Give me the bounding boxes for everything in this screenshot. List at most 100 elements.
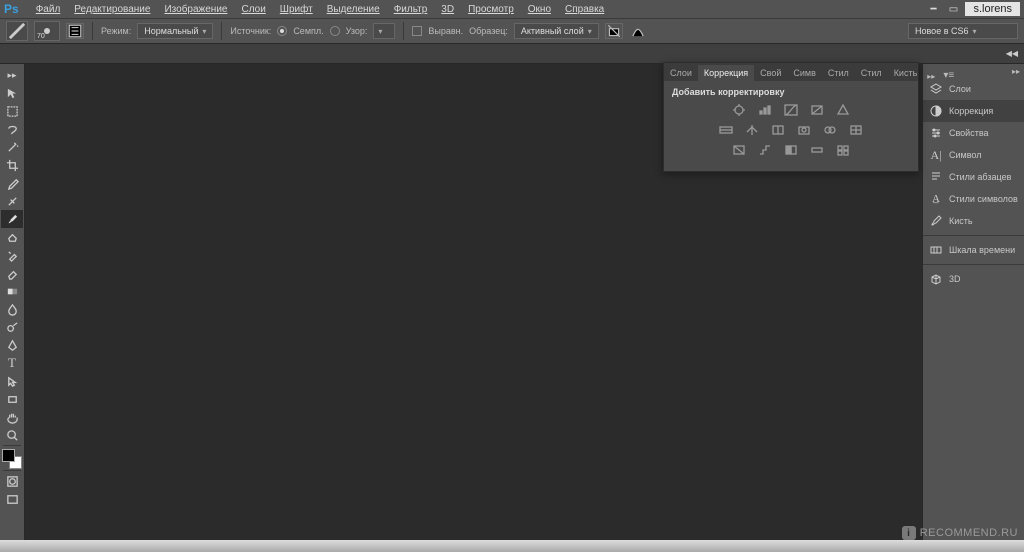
menu-image[interactable]: Изображение xyxy=(157,4,234,15)
panel-menu-icon[interactable]: ▾≡ xyxy=(939,70,958,81)
dock-item-brush[interactable]: Кисть xyxy=(923,210,1024,232)
eyedropper-tool[interactable] xyxy=(1,174,23,192)
levels-icon[interactable] xyxy=(757,103,773,117)
threshold-icon[interactable] xyxy=(783,143,799,157)
gradient-map-icon[interactable] xyxy=(809,143,825,157)
tabs-overflow-icon[interactable]: ▸▸ xyxy=(923,72,939,81)
dock-item-label: Стили символов xyxy=(949,194,1018,204)
document-tab-bar: ◀◀ xyxy=(0,44,1024,64)
aligned-label: Выравн. xyxy=(428,26,463,36)
timeline-icon xyxy=(929,243,943,257)
dock-item-timeline[interactable]: Шкала времени xyxy=(923,239,1024,261)
minimize-button[interactable]: ━ xyxy=(925,2,941,16)
lasso-tool[interactable] xyxy=(1,120,23,138)
magic-wand-tool[interactable] xyxy=(1,138,23,156)
menu-filter[interactable]: Фильтр xyxy=(387,4,435,15)
adjustments-icon xyxy=(929,104,943,118)
color-balance-icon[interactable] xyxy=(744,123,760,137)
menu-help[interactable]: Справка xyxy=(558,4,611,15)
channel-mixer-icon[interactable] xyxy=(822,123,838,137)
brush-tool[interactable] xyxy=(1,210,23,228)
watermark: i RECOMMEND.RU xyxy=(902,526,1018,540)
hand-tool[interactable] xyxy=(1,408,23,426)
gradient-tool[interactable] xyxy=(1,282,23,300)
exposure-icon[interactable] xyxy=(809,103,825,117)
screenmode-switch[interactable] xyxy=(1,490,23,508)
source-sampled-radio[interactable] xyxy=(277,26,287,36)
color-lookup-icon[interactable] xyxy=(848,123,864,137)
brush-size-value: 70 xyxy=(37,33,45,40)
brightness-contrast-icon[interactable] xyxy=(731,103,747,117)
history-brush-tool[interactable] xyxy=(1,246,23,264)
menu-3d[interactable]: 3D xyxy=(434,4,461,15)
dock-item-layers[interactable]: Слои xyxy=(923,78,1024,100)
collapse-panels-icon[interactable]: ◀◀ xyxy=(1000,49,1024,58)
maximize-button[interactable]: ▭ xyxy=(945,2,961,16)
brush-preset-picker[interactable]: 70 xyxy=(34,21,60,41)
foreground-swatch[interactable] xyxy=(2,449,15,462)
panel-tab-character-styles[interactable]: Стил xyxy=(855,65,888,81)
crop-tool[interactable] xyxy=(1,156,23,174)
black-white-icon[interactable] xyxy=(770,123,786,137)
rectangle-tool[interactable] xyxy=(1,390,23,408)
spot-heal-tool[interactable] xyxy=(1,192,23,210)
invert-icon[interactable] xyxy=(731,143,747,157)
sample-layers-select[interactable]: Активный слой▾ xyxy=(514,23,599,39)
panel-title: Добавить корректировку xyxy=(672,87,910,97)
dock-item-label: 3D xyxy=(949,274,961,284)
brush-panel-toggle[interactable] xyxy=(66,23,84,39)
curves-icon[interactable] xyxy=(783,103,799,117)
quickmask-toggle[interactable] xyxy=(1,472,23,490)
tool-preset-picker[interactable] xyxy=(6,21,28,41)
dock-item-paragraph-styles[interactable]: Стили абзацев xyxy=(923,166,1024,188)
dock-item-character-styles[interactable]: A̲Стили символов xyxy=(923,188,1024,210)
dodge-tool[interactable] xyxy=(1,318,23,336)
dock-item-adjustments[interactable]: Коррекция xyxy=(923,100,1024,122)
color-swatches[interactable] xyxy=(2,449,22,469)
workspace-switcher[interactable]: Новое в CS6▾ xyxy=(908,23,1018,39)
chevron-down-icon: ▾ xyxy=(588,27,592,36)
menu-layers[interactable]: Слои xyxy=(234,4,272,15)
info-badge-icon: i xyxy=(902,526,916,540)
menu-file[interactable]: Файл xyxy=(29,4,68,15)
character-icon: A| xyxy=(929,148,943,162)
blend-mode-select[interactable]: Нормальный▾ xyxy=(137,23,213,39)
ignore-adjustments-toggle[interactable] xyxy=(605,23,623,39)
dock-item-3d[interactable]: 3D xyxy=(923,268,1024,290)
menu-window[interactable]: Окно xyxy=(521,4,558,15)
aligned-checkbox[interactable] xyxy=(412,26,422,36)
panel-tab-brush[interactable]: Кисть xyxy=(888,65,924,81)
clone-stamp-tool[interactable] xyxy=(1,228,23,246)
pressure-size-toggle[interactable] xyxy=(629,23,647,39)
toolbar-collapse-icon[interactable]: ▸▸ xyxy=(1,66,23,84)
source-pattern-radio[interactable] xyxy=(330,26,340,36)
rect-marquee-tool[interactable] xyxy=(1,102,23,120)
zoom-tool[interactable] xyxy=(1,426,23,444)
panel-tab-properties[interactable]: Свой xyxy=(754,65,787,81)
menu-type[interactable]: Шрифт xyxy=(273,4,320,15)
photo-filter-icon[interactable] xyxy=(796,123,812,137)
expand-panels-icon[interactable]: ▸▸ xyxy=(1012,67,1020,76)
move-tool[interactable] xyxy=(1,84,23,102)
3d-icon xyxy=(929,272,943,286)
eraser-tool[interactable] xyxy=(1,264,23,282)
pen-tool[interactable] xyxy=(1,336,23,354)
blur-tool[interactable] xyxy=(1,300,23,318)
panel-tab-paragraph-styles[interactable]: Стил xyxy=(822,65,855,81)
menu-edit[interactable]: Редактирование xyxy=(67,4,157,15)
path-select-tool[interactable] xyxy=(1,372,23,390)
vibrance-icon[interactable] xyxy=(835,103,851,117)
adjustments-panel: Слои Коррекция Свой Симв Стил Стил Кисть… xyxy=(663,62,919,172)
menu-view[interactable]: Просмотр xyxy=(461,4,521,15)
panel-tab-character[interactable]: Симв xyxy=(787,65,822,81)
panel-tab-layers[interactable]: Слои xyxy=(664,65,698,81)
menu-select[interactable]: Выделение xyxy=(320,4,387,15)
pattern-picker[interactable]: ▾ xyxy=(373,23,395,39)
posterize-icon[interactable] xyxy=(757,143,773,157)
type-tool[interactable]: T xyxy=(1,354,23,372)
selective-color-icon[interactable] xyxy=(835,143,851,157)
dock-item-properties[interactable]: Свойства xyxy=(923,122,1024,144)
hue-sat-icon[interactable] xyxy=(718,123,734,137)
dock-item-character[interactable]: A|Символ xyxy=(923,144,1024,166)
panel-tab-adjustments[interactable]: Коррекция xyxy=(698,65,754,81)
